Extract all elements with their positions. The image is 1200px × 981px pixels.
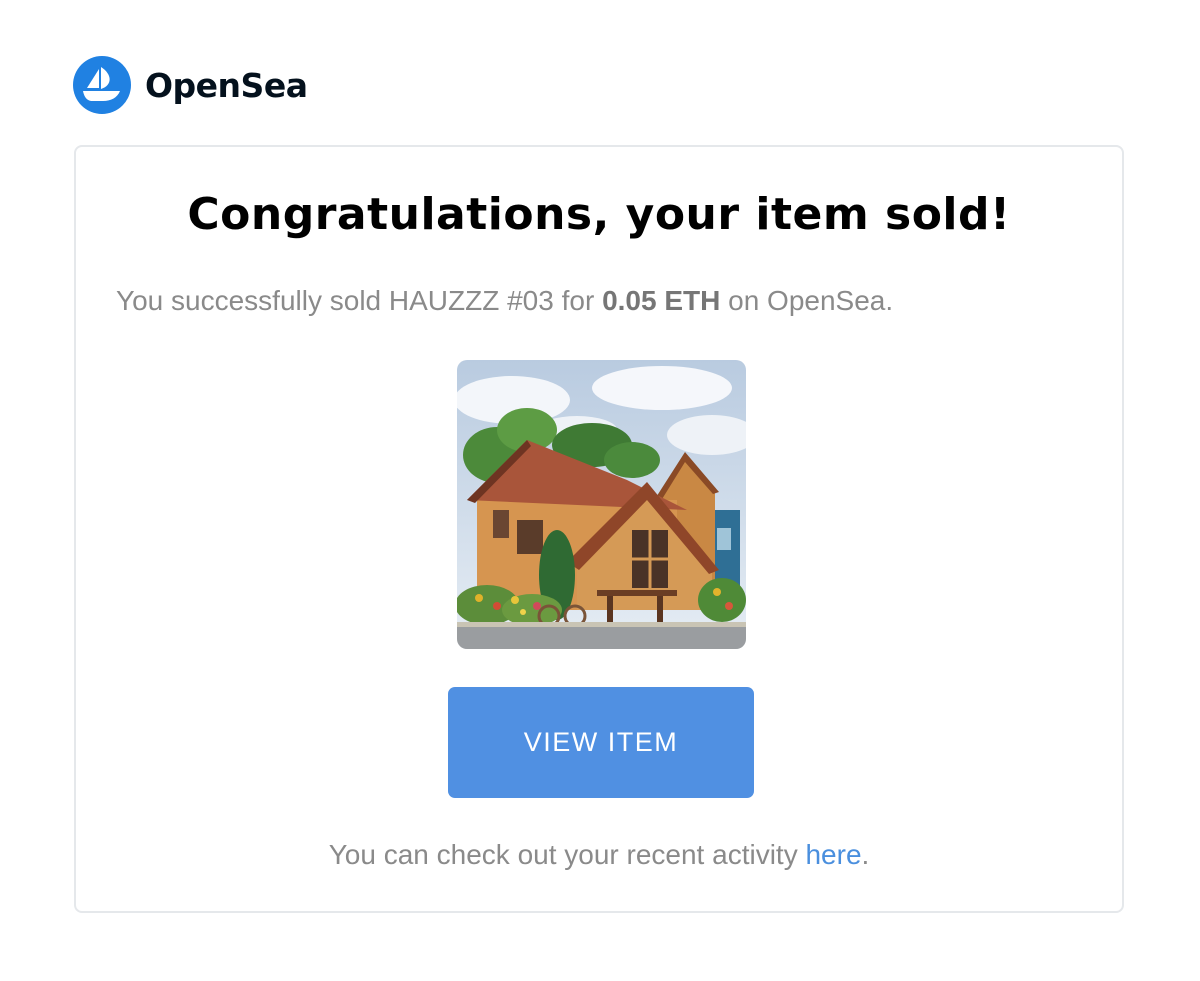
email-page: OpenSea Congratulations, your item sold!… bbox=[0, 0, 1200, 981]
activity-note-text: You can check out your recent activity bbox=[328, 839, 806, 870]
activity-here-link[interactable]: here bbox=[805, 839, 861, 870]
opensea-boat-icon bbox=[73, 56, 131, 114]
opensea-brand-link[interactable]: OpenSea bbox=[73, 56, 308, 114]
sale-price: 0.05 ETH bbox=[602, 285, 721, 316]
view-item-button[interactable]: VIEW ITEM bbox=[448, 687, 754, 798]
item-image[interactable] bbox=[457, 360, 746, 649]
activity-note: You can check out your recent activity h… bbox=[76, 839, 1122, 871]
activity-note-end: . bbox=[861, 839, 870, 870]
sale-message: You successfully sold HAUZZZ #03 for 0.0… bbox=[116, 285, 893, 317]
sale-message-suffix: on OpenSea. bbox=[720, 285, 894, 316]
brand-name: OpenSea bbox=[145, 65, 308, 105]
headline: Congratulations, your item sold! bbox=[187, 189, 1011, 240]
sale-message-prefix: You successfully sold HAUZZZ #03 for bbox=[116, 285, 603, 316]
notification-card: Congratulations, your item sold! You suc… bbox=[74, 145, 1124, 913]
